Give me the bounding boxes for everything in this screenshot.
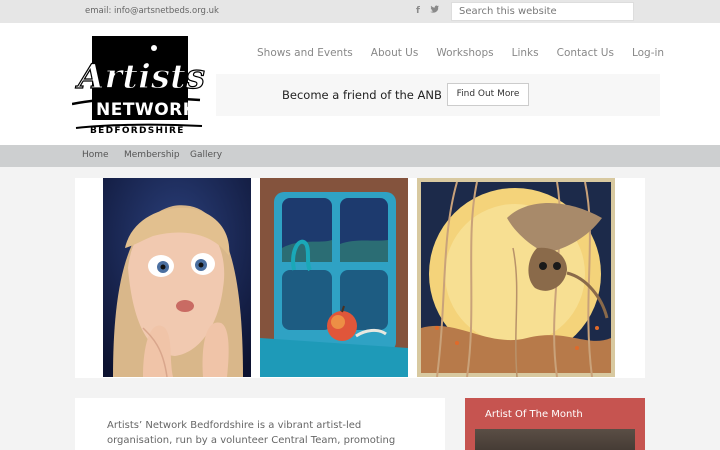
window-apple-painting[interactable] [260,178,408,377]
social-links: f [416,5,446,16]
subnav-home[interactable]: Home [82,150,109,160]
artist-of-the-month-title: Artist Of The Month [485,409,583,420]
nav-about-us[interactable]: About Us [371,47,419,59]
friend-promo-text: Become a friend of the ANB [282,88,442,102]
nav-workshops[interactable]: Workshops [436,47,493,59]
top-bar: email: info@artsnetbeds.org.uk f Search … [0,0,720,23]
main-nav: Shows and Events About Us Workshops Link… [257,47,682,59]
nav-log-in[interactable]: Log-in [632,47,664,59]
find-out-more-button[interactable]: Find Out More [447,83,529,106]
logo-network-text: NETWORK [96,100,197,120]
owl-moon-painting[interactable] [417,178,615,377]
intro-section: Artists’ Network Bedfordshire is a vibra… [75,398,445,450]
artist-of-the-month-image[interactable] [475,429,635,450]
facebook-icon[interactable]: f [416,6,420,16]
friend-promo-banner: Become a friend of the ANB Find Out More [216,74,660,116]
twitter-icon[interactable] [430,5,440,16]
girl-portrait-painting[interactable] [103,178,251,377]
subnav-membership[interactable]: Membership [124,150,180,160]
nav-shows-events[interactable]: Shows and Events [257,47,353,59]
artist-of-the-month-widget: Artist Of The Month [465,398,645,450]
secondary-nav: Home Membership Gallery [0,145,720,167]
contact-email[interactable]: email: info@artsnetbeds.org.uk [85,6,219,16]
search-input[interactable]: Search this website [451,2,634,21]
logo-script-text: Artists' [75,57,207,97]
intro-text: Artists’ Network Bedfordshire is a vibra… [107,420,396,446]
subnav-gallery[interactable]: Gallery [190,150,222,160]
nav-links[interactable]: Links [512,47,539,59]
site-header: Artists' NETWORK BEDFORDSHIRE Shows and … [0,23,720,145]
site-logo[interactable]: Artists' NETWORK BEDFORDSHIRE [71,34,216,136]
logo-county-text: BEDFORDSHIRE [90,126,185,134]
featured-gallery [75,178,645,378]
nav-contact-us[interactable]: Contact Us [557,47,614,59]
